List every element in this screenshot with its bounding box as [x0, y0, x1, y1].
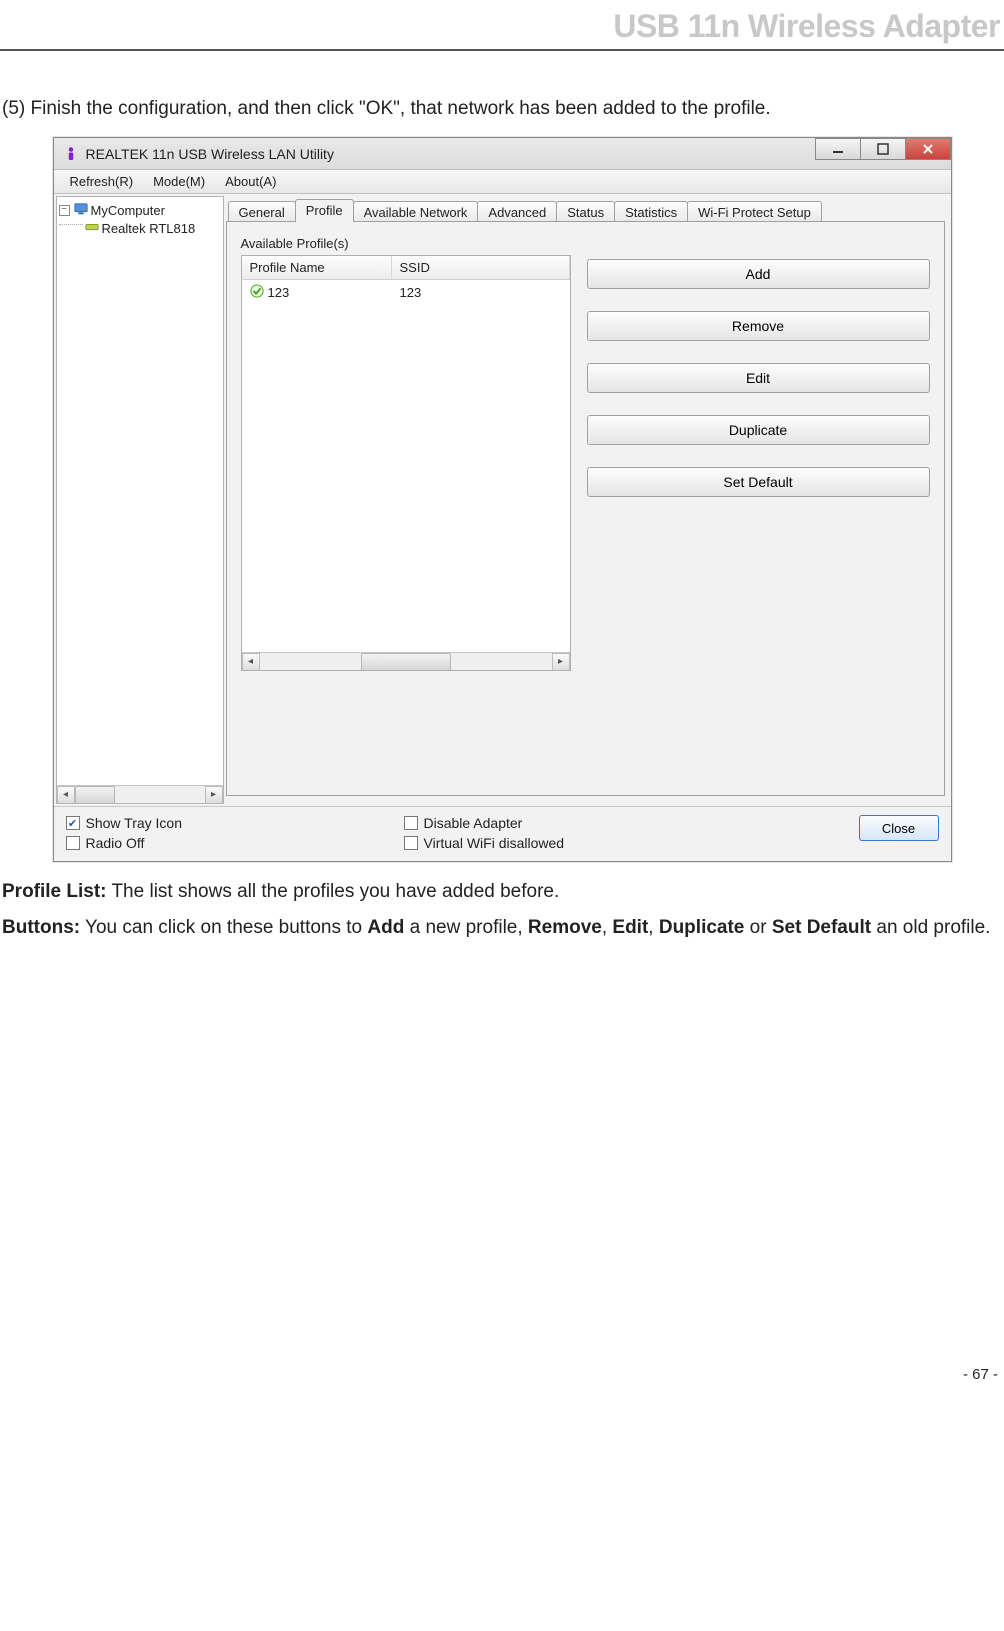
tab-strip: General Profile Available Network Advanc… — [226, 198, 945, 222]
profile-tab-panel: Available Profile(s) Profile Name SSID — [226, 222, 945, 796]
device-tree-pane: − MyComputer Realtek RTL818 ◂ — [56, 196, 224, 804]
add-button[interactable]: Add — [587, 259, 930, 289]
titlebar: REALTEK 11n USB Wireless LAN Utility — [54, 138, 951, 170]
tree-branch-line — [59, 224, 83, 225]
tab-general[interactable]: General — [228, 201, 296, 223]
menu-refresh[interactable]: Refresh(R) — [60, 172, 144, 191]
checkbox-virtual-wifi-disallowed[interactable]: Virtual WiFi disallowed — [404, 835, 704, 851]
tab-advanced[interactable]: Advanced — [477, 201, 557, 223]
bottom-bar: ✔ Show Tray Icon Radio Off Disable Adapt… — [54, 806, 951, 861]
profile-list-header: Profile Name SSID — [242, 256, 570, 280]
nic-icon — [85, 220, 99, 237]
scroll-right-icon[interactable]: ▸ — [205, 786, 223, 804]
tree-child-label: Realtek RTL818 — [102, 221, 196, 236]
checkbox-icon — [404, 836, 418, 850]
client-area: − MyComputer Realtek RTL818 ◂ — [54, 194, 951, 806]
main-pane: General Profile Available Network Advanc… — [226, 194, 951, 806]
scroll-thumb[interactable] — [361, 653, 451, 671]
scroll-track[interactable] — [260, 653, 552, 671]
checkbox-show-tray-icon[interactable]: ✔ Show Tray Icon — [66, 815, 404, 831]
profile-list[interactable]: Profile Name SSID 123 123 — [241, 255, 571, 671]
profile-list-label: Profile List: — [2, 881, 107, 902]
column-ssid[interactable]: SSID — [392, 256, 570, 279]
profile-list-description: Profile List: The list shows all the pro… — [0, 874, 1004, 910]
menu-about[interactable]: About(A) — [215, 172, 286, 191]
tree-collapse-icon[interactable]: − — [59, 205, 70, 216]
scroll-right-icon[interactable]: ▸ — [552, 653, 570, 671]
menubar: Refresh(R) Mode(M) About(A) — [54, 170, 951, 194]
checkbox-icon — [66, 836, 80, 850]
app-icon — [62, 145, 80, 163]
remove-button[interactable]: Remove — [587, 311, 930, 341]
app-window: REALTEK 11n USB Wireless LAN Utility Ref… — [53, 137, 952, 862]
available-profiles-label: Available Profile(s) — [241, 236, 930, 251]
tab-wps[interactable]: Wi-Fi Protect Setup — [687, 201, 822, 223]
checkbox-label: Radio Off — [86, 835, 145, 851]
checkbox-label: Disable Adapter — [424, 815, 523, 831]
computer-icon — [74, 202, 88, 219]
checkbox-icon: ✔ — [66, 816, 80, 830]
checkbox-icon — [404, 816, 418, 830]
column-profile-name[interactable]: Profile Name — [242, 256, 392, 279]
buttons-label: Buttons: — [2, 917, 80, 938]
close-window-button[interactable] — [905, 138, 951, 160]
window-controls — [816, 138, 951, 160]
step-5-text: (5) Finish the configuration, and then c… — [0, 91, 1004, 127]
scroll-left-icon[interactable]: ◂ — [57, 786, 75, 804]
tree-root-row[interactable]: − MyComputer — [59, 201, 221, 219]
set-default-button[interactable]: Set Default — [587, 467, 930, 497]
scroll-track[interactable] — [75, 786, 205, 804]
profile-status-icon — [250, 284, 264, 301]
checkbox-radio-off[interactable]: Radio Off — [66, 835, 404, 851]
duplicate-button[interactable]: Duplicate — [587, 415, 930, 445]
checkbox-label: Virtual WiFi disallowed — [424, 835, 565, 851]
profile-row-name: 123 — [268, 285, 290, 300]
profile-list-scrollbar[interactable]: ◂ ▸ — [242, 652, 570, 670]
checkbox-label: Show Tray Icon — [86, 815, 183, 831]
page-number: - 67 - — [0, 1366, 1004, 1387]
buttons-description: Buttons: You can click on these buttons … — [0, 910, 1004, 946]
scroll-left-icon[interactable]: ◂ — [242, 653, 260, 671]
minimize-button[interactable] — [815, 138, 861, 160]
close-button[interactable]: Close — [859, 815, 939, 841]
tab-statistics[interactable]: Statistics — [614, 201, 688, 223]
tree-horizontal-scrollbar[interactable]: ◂ ▸ — [57, 785, 223, 803]
profile-list-row[interactable]: 123 123 — [242, 280, 570, 305]
tab-available-network[interactable]: Available Network — [353, 201, 479, 223]
profile-row-ssid: 123 — [392, 283, 570, 302]
scroll-thumb[interactable] — [75, 786, 115, 804]
edit-button[interactable]: Edit — [587, 363, 930, 393]
tree-child-row[interactable]: Realtek RTL818 — [59, 219, 221, 237]
tree-root-label: MyComputer — [91, 203, 165, 218]
maximize-button[interactable] — [860, 138, 906, 160]
tab-status[interactable]: Status — [556, 201, 615, 223]
menu-mode[interactable]: Mode(M) — [143, 172, 215, 191]
window-title: REALTEK 11n USB Wireless LAN Utility — [86, 146, 334, 162]
profile-action-buttons: Add Remove Edit Duplicate Set Default — [587, 255, 930, 671]
document-header: USB 11n Wireless Adapter — [0, 0, 1004, 51]
checkbox-disable-adapter[interactable]: Disable Adapter — [404, 815, 704, 831]
tab-profile[interactable]: Profile — [295, 199, 354, 223]
